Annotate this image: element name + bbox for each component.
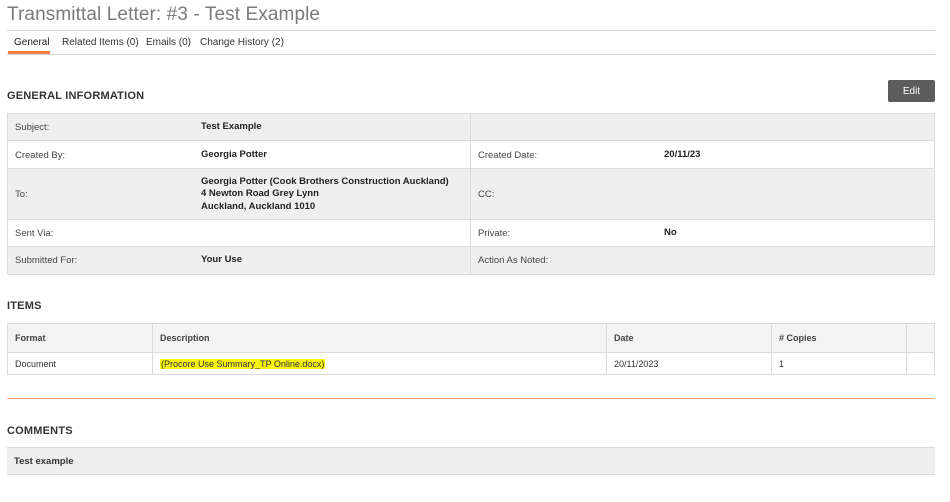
column-header-date[interactable]: Date	[607, 324, 772, 352]
subject-label: Subject:	[15, 122, 50, 133]
column-header-format[interactable]: Format	[8, 324, 153, 352]
comment-text: Test example	[7, 447, 935, 475]
tab-emails[interactable]: Emails (0)	[146, 37, 191, 48]
created-by-value: Georgia Potter	[201, 148, 267, 160]
column-header-copies[interactable]: # Copies	[772, 324, 907, 352]
tab-general[interactable]: General	[14, 37, 50, 48]
subject-value: Test Example	[201, 121, 262, 133]
comments-heading: COMMENTS	[7, 425, 73, 437]
tab-change-history[interactable]: Change History (2)	[200, 37, 284, 48]
created-by-label: Created By:	[15, 149, 66, 161]
info-row-subject: Subject: Test Example	[8, 114, 934, 141]
items-table-header: Format Description Date # Copies	[8, 324, 934, 353]
item-document-link[interactable]: (Procore Use Summary_TP Online.docx)	[160, 358, 326, 369]
private-value: No	[664, 227, 677, 239]
cc-label: CC:	[478, 189, 495, 200]
column-header-blank	[907, 324, 934, 352]
items-table: Format Description Date # Copies Documen…	[7, 323, 935, 375]
page-title: Transmittal Letter: #3 - Test Example	[7, 4, 321, 25]
info-row-submitted-for: Submitted For: Your Use Action As Noted:	[8, 247, 934, 274]
to-address: Georgia Potter (Cook Brothers Constructi…	[201, 176, 449, 214]
active-tab-indicator	[8, 51, 50, 54]
general-information-table: Subject: Test Example Created By: Georgi…	[7, 113, 935, 275]
to-city: Auckland, Auckland 1010	[201, 200, 316, 212]
tab-related-items[interactable]: Related Items (0)	[62, 37, 139, 48]
private-label: Private:	[478, 228, 511, 239]
to-recipient: Georgia Potter (Cook Brothers Constructi…	[201, 175, 449, 187]
info-row-to: To: Georgia Potter (Cook Brothers Constr…	[8, 169, 934, 220]
info-row-sent-via: Sent Via: Private: No	[8, 220, 934, 247]
item-copies: 1	[772, 353, 907, 374]
submitted-for-label: Submitted For:	[15, 255, 78, 266]
comments-divider	[7, 398, 935, 399]
to-street: 4 Newton Road Grey Lynn	[201, 188, 319, 200]
sent-via-label: Sent Via:	[15, 228, 54, 239]
created-date-value: 20/11/23	[664, 148, 701, 160]
table-row: Document (Procore Use Summary_TP Online.…	[8, 353, 934, 374]
item-format: Document	[8, 353, 153, 374]
items-heading: ITEMS	[7, 300, 42, 312]
action-as-noted-label: Action As Noted:	[478, 255, 549, 266]
edit-button[interactable]: Edit	[888, 80, 935, 102]
tab-bar: General Related Items (0) Emails (0) Cha…	[7, 31, 935, 55]
item-date: 20/11/2023	[607, 353, 772, 374]
submitted-for-value: Your Use	[201, 254, 243, 266]
info-row-created: Created By: Georgia Potter Created Date:…	[8, 141, 934, 169]
column-header-description[interactable]: Description	[153, 324, 607, 352]
general-information-heading: GENERAL INFORMATION	[7, 90, 145, 102]
to-label: To:	[15, 189, 28, 200]
created-date-label: Created Date:	[478, 149, 538, 161]
